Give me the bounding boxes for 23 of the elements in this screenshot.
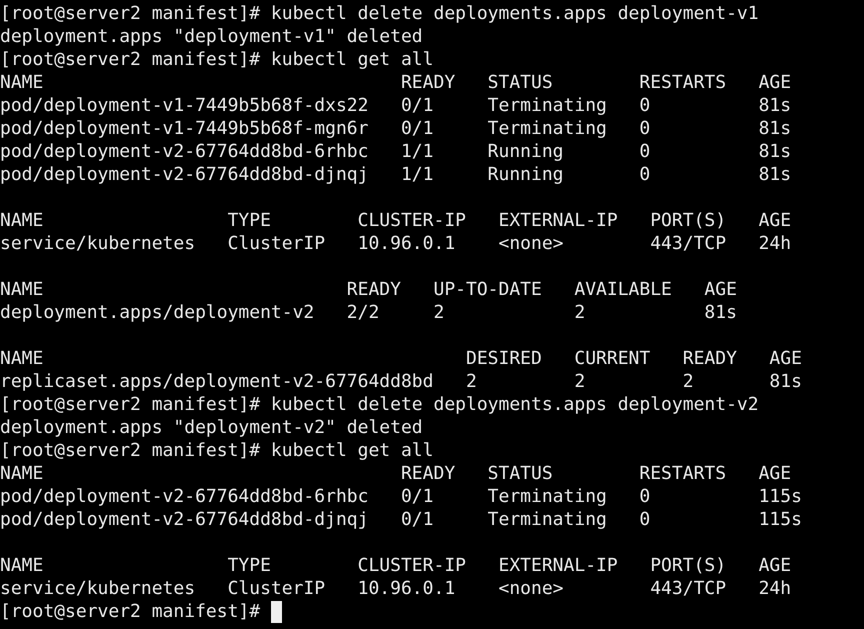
output-line: pod/deployment-v2-67764dd8bd-6rhbc 1/1 Running 0 81s [0,141,792,162]
output-line: NAME TYPE CLUSTER-IP EXTERNAL-IP PORT(S) AGE [0,555,792,576]
output-line: deployment.apps/deployment-v2 2/2 2 2 81s [0,302,737,323]
output-line: NAME TYPE CLUSTER-IP EXTERNAL-IP PORT(S) AGE [0,210,792,231]
output-line: service/kubernetes ClusterIP 10.96.0.1 <none> 443/TCP 24h [0,578,792,599]
output-line: NAME DESIRED CURRENT READY AGE [0,348,802,369]
output-line: NAME READY UP-TO-DATE AVAILABLE AGE [0,279,737,300]
output-line: deployment.apps "deployment-v2" deleted [0,417,423,438]
output-line: pod/deployment-v1-7449b5b68f-dxs22 0/1 Terminating 0 81s [0,95,792,116]
prompt-line: [root@server2 manifest]# kubectl get all [0,48,434,71]
output-line: pod/deployment-v2-67764dd8bd-djnqj 1/1 Running 0 81s [0,164,792,185]
output-line: NAME READY STATUS RESTARTS AGE [0,72,792,93]
output-line: pod/deployment-v1-7449b5b68f-mgn6r 0/1 Terminating 0 81s [0,118,792,139]
prompt-line: [root@server2 manifest]# [0,600,260,623]
output-line: deployment.apps "deployment-v1" deleted [0,26,423,47]
output-line: replicaset.apps/deployment-v2-67764dd8bd 2 2 2 81s [0,371,802,392]
prompt-line: [root@server2 manifest]# kubectl delete deployments.apps deployment-v2 [0,393,759,416]
output-line: NAME READY STATUS RESTARTS AGE [0,463,792,484]
prompt-line: [root@server2 manifest]# kubectl delete deployments.apps deployment-v1 [0,2,759,25]
output-line: service/kubernetes ClusterIP 10.96.0.1 <none> 443/TCP 24h [0,233,792,254]
prompt-line: [root@server2 manifest]# kubectl get all [0,439,434,462]
output-line: pod/deployment-v2-67764dd8bd-djnqj 0/1 Terminating 0 115s [0,509,802,530]
output-line: pod/deployment-v2-67764dd8bd-6rhbc 0/1 Terminating 0 115s [0,486,802,507]
